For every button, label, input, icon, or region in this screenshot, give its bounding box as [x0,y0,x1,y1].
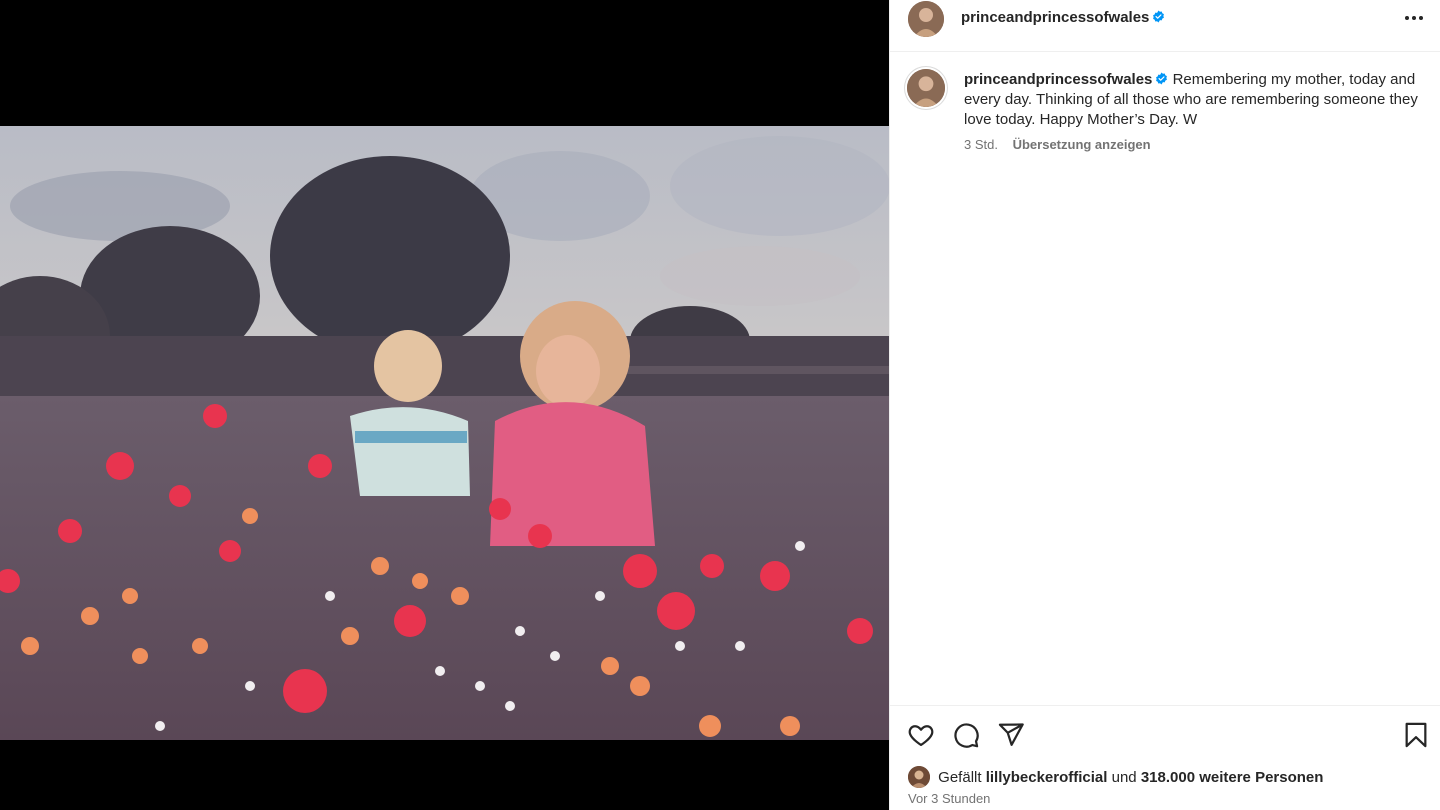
profile-avatar[interactable] [908,1,944,37]
post-timestamp[interactable]: Vor 3 Stunden [908,791,990,806]
likes-prefix: Gefällt [938,769,982,786]
avatar-image-icon [908,766,930,788]
show-translation-button[interactable]: Übersetzung anzeigen [1013,137,1151,152]
comment-icon[interactable] [952,721,980,749]
avatar-image-icon [908,1,944,37]
likes-summary: Gefällt lillybeckerofficial und 318.000 … [908,766,1323,788]
caption-avatar[interactable] [907,69,945,107]
more-options-icon[interactable] [1403,8,1425,28]
caption-username[interactable]: princeandprincessofwales [964,71,1152,88]
liker-avatar[interactable] [908,766,930,788]
caption-meta: 3 Std. Übersetzung anzeigen [964,137,1151,152]
bookmark-icon[interactable] [1402,721,1430,749]
avatar-image-icon [907,69,945,107]
post-photo[interactable] [0,126,889,740]
post-side-panel: princeandprincessofwales princeandprince… [889,0,1440,810]
caption-time: 3 Std. [964,137,998,152]
heart-icon[interactable] [907,721,935,749]
caption-text: princeandprincessofwales Remembering my … [964,70,1419,130]
photo-illustration [0,126,889,740]
media-area [0,0,889,810]
likes-count[interactable]: 318.000 weitere Personen [1141,769,1324,786]
share-icon[interactable] [997,721,1025,749]
likes-connector: und [1111,769,1137,786]
post-header: princeandprincessofwales [890,0,1440,52]
post-actions: Gefällt lillybeckerofficial und 318.000 … [890,705,1440,810]
verified-badge-icon [1152,10,1165,23]
header-username-text[interactable]: princeandprincessofwales [961,9,1149,26]
liker-username[interactable]: lillybeckerofficial [986,769,1108,786]
header-username[interactable]: princeandprincessofwales [961,9,1165,26]
instagram-post-view: princeandprincessofwales princeandprince… [0,0,1440,810]
verified-badge-icon [1155,72,1168,85]
